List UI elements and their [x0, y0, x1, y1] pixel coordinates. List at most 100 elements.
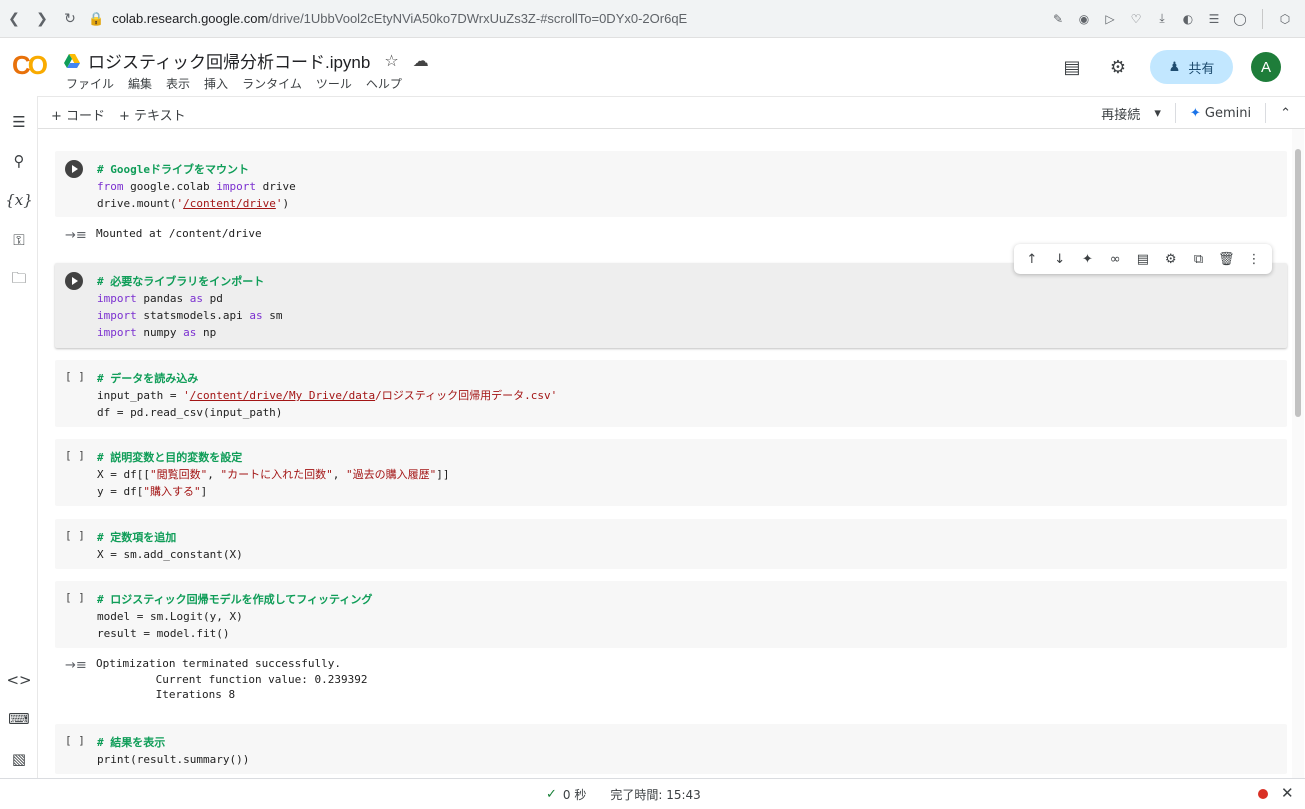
output-icon[interactable]: →≡ [65, 658, 87, 673]
code-editor[interactable]: # 必要なライブラリをインポート import pandas as pd imp… [97, 273, 282, 341]
elapsed-time: 0 秒 [562, 788, 587, 802]
gemini-label: Gemini [1204, 105, 1252, 121]
code-line: # 説明変数と目的変数を設定 [97, 451, 243, 464]
cell-status[interactable]: [ ] [65, 529, 85, 542]
reconnect-button[interactable]: 再接続 [1101, 104, 1140, 123]
key-icon[interactable]: ⚿ [7, 228, 31, 252]
toggle-icon[interactable]: ◐ [1178, 9, 1198, 29]
scrollbar[interactable] [1292, 129, 1304, 778]
code-cell[interactable]: [ ] # 結果を表示 print(result.summary()) [55, 724, 1287, 774]
edit-icon[interactable]: ✎ [1048, 9, 1068, 29]
add-code-button[interactable]: + コード [51, 105, 105, 124]
back-icon[interactable]: ❮ [0, 5, 28, 33]
download-icon[interactable]: ⤓ [1152, 9, 1172, 29]
url-host: colab.research.google.com [112, 11, 269, 26]
code-line: # 結果を表示 [97, 736, 166, 749]
camera-icon[interactable]: ◉ [1074, 9, 1094, 29]
search-icon[interactable]: ⚲ [7, 149, 31, 173]
notebook-area: # Googleドライブをマウント from google.colab impo… [38, 129, 1290, 778]
menu-edit[interactable]: 編集 [128, 75, 152, 92]
more-icon[interactable]: ⋮ [1243, 248, 1265, 270]
comment-icon[interactable]: ▤ [1132, 248, 1154, 270]
code-cell[interactable]: [ ] # データを読み込み input_path = '/content/dr… [55, 360, 1287, 427]
gear-icon[interactable]: ⚙ [1160, 248, 1182, 270]
comment-icon[interactable]: ▤ [1058, 53, 1086, 81]
cloud-icon[interactable]: ☁ [413, 51, 429, 70]
move-up-icon[interactable]: ↑ [1021, 248, 1043, 270]
colab-header: CO ロジスティック回帰分析コード.ipynb ☆ ☁ ファイル 編集 表示 挿… [0, 38, 1305, 96]
menu-view[interactable]: 表示 [166, 75, 190, 92]
code-editor[interactable]: # データを読み込み input_path = '/content/drive/… [97, 370, 557, 421]
play-icon[interactable]: ▷ [1100, 9, 1120, 29]
code-editor[interactable]: # 定数項を追加 X = sm.add_constant(X) [97, 529, 243, 563]
menu-bar: ファイル 編集 表示 挿入 ランタイム ツール ヘルプ [66, 75, 402, 92]
code-line: from google.colab import drive [97, 180, 296, 193]
cell-toolbar: ↑ ↓ ✦ ∞ ▤ ⚙ ⧉ 🗑 ⋮ [1014, 244, 1272, 274]
menu-help[interactable]: ヘルプ [366, 75, 402, 92]
run-cell-button[interactable] [65, 160, 83, 178]
command-palette-icon[interactable]: ⌨ [7, 707, 31, 731]
settings-icon[interactable]: ⚙ [1104, 53, 1132, 81]
close-icon[interactable]: ✕ [1281, 784, 1294, 802]
sparkle-icon: ✦ [1189, 105, 1201, 121]
colab-logo[interactable]: CO [12, 50, 48, 81]
cell-status[interactable]: [ ] [65, 591, 85, 604]
reload-icon[interactable]: ↻ [56, 5, 84, 33]
code-line: # 必要なライブラリをインポート [97, 275, 265, 288]
avatar[interactable]: A [1251, 52, 1281, 82]
mirror-cell-icon[interactable]: ⧉ [1187, 248, 1209, 270]
chevron-down-icon[interactable]: ▾ [1154, 106, 1161, 121]
code-line: # 定数項を追加 [97, 531, 177, 544]
output-icon[interactable]: →≡ [65, 228, 87, 243]
cell-status[interactable]: [ ] [65, 734, 85, 747]
folder-icon[interactable]: 🗀 [7, 268, 31, 292]
cell-status[interactable]: [ ] [65, 370, 85, 383]
code-cell[interactable]: [ ] # 説明変数と目的変数を設定 X = df[["閲覧回数", "カートに… [55, 439, 1287, 506]
cell-status[interactable]: [ ] [65, 449, 85, 462]
gemini-button[interactable]: ✦ Gemini [1190, 106, 1251, 121]
address-bar[interactable]: 🔒 colab.research.google.com/drive/1UbbVo… [88, 5, 1048, 33]
output-line: Current function value: 0.239392 [96, 672, 368, 686]
delete-icon[interactable]: 🗑 [1215, 248, 1237, 270]
share-button[interactable]: ♟ 共有 [1150, 50, 1233, 84]
divider [1265, 103, 1267, 123]
scrollbar-thumb[interactable] [1295, 149, 1301, 417]
star-icon[interactable]: ☆ [384, 51, 398, 70]
menu-insert[interactable]: 挿入 [204, 75, 228, 92]
divider [1262, 8, 1263, 29]
share-label: 共有 [1188, 61, 1215, 77]
extension-icon[interactable]: ⬡ [1275, 9, 1295, 29]
toc-icon[interactable]: ☰ [7, 110, 31, 134]
code-editor[interactable]: # 結果を表示 print(result.summary()) [97, 734, 249, 768]
code-editor[interactable]: # ロジスティック回帰モデルを作成してフィッティング model = sm.Lo… [97, 591, 372, 642]
variables-icon[interactable]: {x} [5, 188, 33, 212]
chevron-up-icon[interactable]: ⌃ [1280, 106, 1291, 121]
code-cell[interactable]: [ ] # 定数項を追加 X = sm.add_constant(X) [55, 519, 1287, 569]
forward-icon[interactable]: ❯ [28, 5, 56, 33]
output-line: Iterations 8 [96, 688, 236, 701]
terminal-icon[interactable]: ▧ [7, 747, 31, 771]
code-editor[interactable]: # Googleドライブをマウント from google.colab impo… [97, 161, 296, 212]
menu-tools[interactable]: ツール [316, 75, 352, 92]
heart-icon[interactable]: ♡ [1126, 9, 1146, 29]
code-cell[interactable]: # Googleドライブをマウント from google.colab impo… [55, 151, 1287, 217]
check-icon: ✓ [546, 787, 557, 802]
sparkle-icon[interactable]: ✦ [1076, 248, 1098, 270]
code-line: drive.mount('/content/drive') [97, 197, 290, 210]
list-icon[interactable]: ☰ [1204, 9, 1224, 29]
link-icon[interactable]: ∞ [1104, 248, 1126, 270]
menu-runtime[interactable]: ランタイム [242, 75, 302, 92]
code-line: df = pd.read_csv(input_path) [97, 406, 283, 419]
drive-icon [64, 53, 80, 68]
profile-icon[interactable]: ◯ [1230, 9, 1250, 29]
add-text-button[interactable]: + テキスト [119, 105, 186, 124]
code-snippets-icon[interactable]: <> [6, 668, 31, 692]
code-editor[interactable]: # 説明変数と目的変数を設定 X = df[["閲覧回数", "カートに入れた回… [97, 449, 449, 500]
notebook-title[interactable]: ロジスティック回帰分析コード.ipynb [88, 48, 370, 73]
menu-file[interactable]: ファイル [66, 75, 114, 92]
code-cell[interactable]: # 必要なライブラリをインポート import pandas as pd imp… [55, 263, 1287, 348]
code-cell[interactable]: [ ] # ロジスティック回帰モデルを作成してフィッティング model = s… [55, 581, 1287, 648]
run-cell-button[interactable] [65, 272, 83, 290]
move-down-icon[interactable]: ↓ [1049, 248, 1071, 270]
code-line: # ロジスティック回帰モデルを作成してフィッティング [97, 593, 373, 606]
